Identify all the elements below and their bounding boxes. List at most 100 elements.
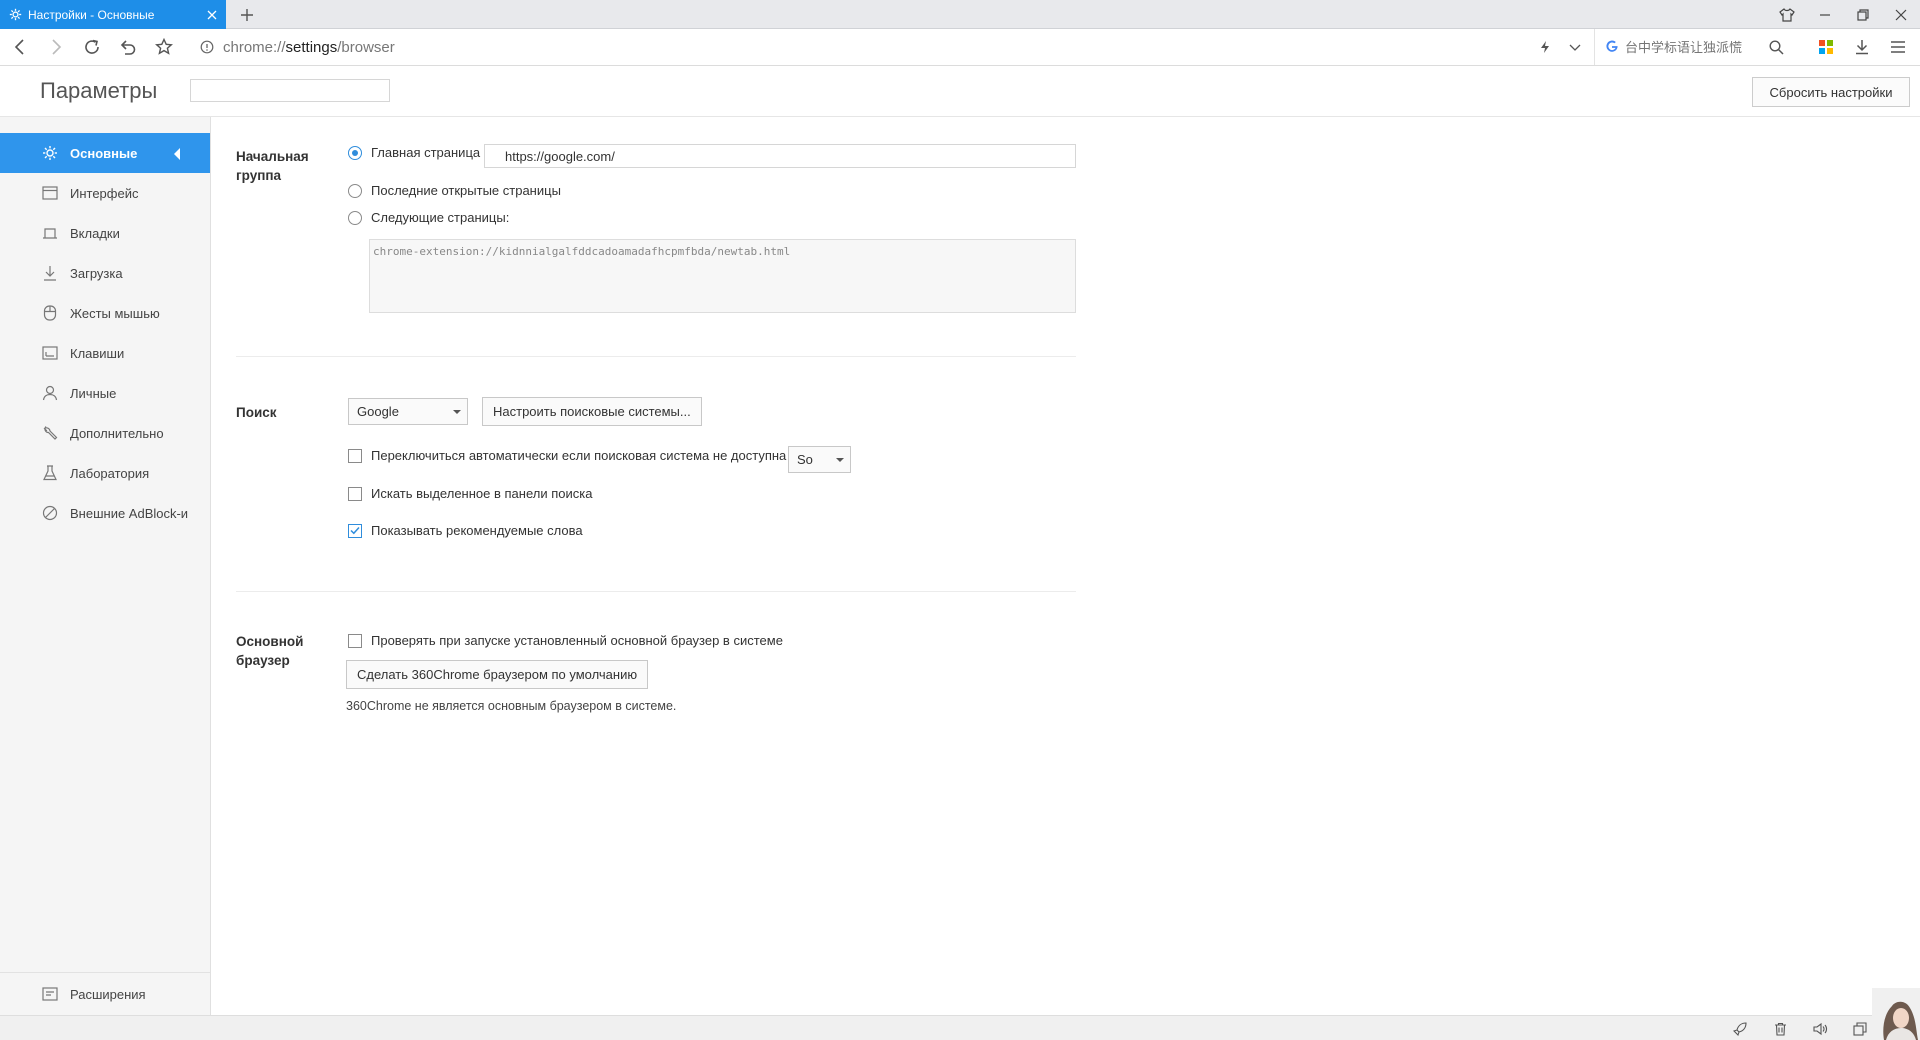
- search-engine-select[interactable]: Google: [348, 398, 468, 425]
- suggestions-label: Показывать рекомендуемые слова: [371, 523, 583, 538]
- sidebar-item-personal[interactable]: Личные: [0, 373, 210, 413]
- homepage-radio[interactable]: [348, 145, 362, 160]
- default-browser-status: 360Chrome не является основным браузером…: [346, 699, 677, 713]
- check-default-label: Проверять при запуске установленный осно…: [371, 633, 783, 648]
- homepage-label: Главная страница: [371, 145, 481, 160]
- sidebar-item-label: Личные: [70, 385, 117, 401]
- flask-icon: [42, 465, 58, 481]
- sidebar-item-label: Основные: [70, 145, 138, 161]
- tab-icon: [42, 225, 58, 241]
- search-selected-checkbox[interactable]: [348, 486, 362, 501]
- homepage-option[interactable]: Главная страница: [348, 145, 480, 160]
- reload-button[interactable]: [74, 29, 110, 65]
- section-divider: [236, 356, 1076, 357]
- menu-icon[interactable]: [1880, 29, 1916, 65]
- last-pages-radio[interactable]: [348, 183, 362, 198]
- sidebar-item-label: Загрузка: [70, 265, 123, 281]
- tab-title: Настройки - Основные: [28, 7, 155, 22]
- web-search-box: [1594, 29, 1790, 65]
- wrench-icon: [42, 425, 58, 441]
- trash-icon[interactable]: [1760, 1016, 1800, 1040]
- minimize-button[interactable]: [1806, 0, 1844, 29]
- sidebar-divider: [0, 972, 210, 973]
- sidebar-item-label: Интерфейс: [70, 185, 139, 201]
- close-icon[interactable]: [202, 5, 222, 25]
- sidebar-item-adblock[interactable]: Внешние AdBlock-и: [0, 493, 210, 533]
- auto-switch-option[interactable]: Переключиться автоматически если поисков…: [348, 448, 786, 463]
- status-bar: [0, 1015, 1920, 1040]
- fallback-engine-select[interactable]: So: [788, 446, 851, 473]
- window-icon: [42, 185, 58, 201]
- next-pages-option[interactable]: Следующие страницы:: [348, 210, 509, 225]
- rocket-icon[interactable]: [1720, 1016, 1760, 1040]
- chevron-down-icon[interactable]: [1560, 29, 1590, 65]
- search-engine-value: Google: [357, 404, 399, 419]
- settings-search-input[interactable]: [190, 79, 390, 102]
- make-default-button[interactable]: Сделать 360Chrome браузером по умолчанию: [346, 660, 649, 689]
- fallback-engine-value: So: [797, 452, 813, 467]
- web-search-input[interactable]: [1625, 39, 1765, 55]
- omnibox[interactable]: chrome://settings/browser: [195, 29, 1595, 65]
- forward-button[interactable]: [38, 29, 74, 65]
- sidebar-item-label: Лаборатория: [70, 465, 150, 481]
- sidebar-item-lab[interactable]: Лаборатория: [0, 453, 210, 493]
- tab-strip: Настройки - Основные: [0, 0, 1920, 29]
- skin-icon[interactable]: [1768, 0, 1806, 29]
- new-tab-button[interactable]: [236, 4, 258, 26]
- back-button[interactable]: [2, 29, 38, 65]
- sidebar-item-label: Клавиши: [70, 345, 125, 361]
- restore-button[interactable]: [1844, 0, 1882, 29]
- bookmark-star-icon[interactable]: [146, 29, 182, 65]
- active-caret-icon: [174, 148, 180, 160]
- search-selected-label: Искать выделенное в панели поиска: [371, 486, 593, 501]
- default-browser-section-label: Основной браузер: [236, 634, 304, 668]
- search-selected-option[interactable]: Искать выделенное в панели поиска: [348, 486, 592, 501]
- sound-icon[interactable]: [1800, 1016, 1840, 1040]
- suggestions-option[interactable]: Показывать рекомендуемые слова: [348, 523, 583, 538]
- sidebar-item-tabs[interactable]: Вкладки: [0, 213, 210, 253]
- download-icon[interactable]: [1844, 29, 1880, 65]
- status-actions: [1720, 1016, 1880, 1040]
- checkmark-icon: [350, 526, 360, 535]
- chevron-down-icon: [836, 458, 844, 462]
- sidebar-item-interface[interactable]: Интерфейс: [0, 173, 210, 213]
- auto-switch-checkbox[interactable]: [348, 448, 362, 463]
- sidebar-item-advanced[interactable]: Дополнительно: [0, 413, 210, 453]
- sidebar-item-keys[interactable]: Клавиши: [0, 333, 210, 373]
- sidebar-item-mouse-gestures[interactable]: Жесты мышью: [0, 293, 210, 333]
- download-icon: [42, 265, 58, 281]
- check-default-checkbox[interactable]: [348, 633, 362, 648]
- google-icon[interactable]: [1605, 39, 1619, 56]
- search-icon[interactable]: [1762, 29, 1790, 65]
- avatar[interactable]: [1872, 988, 1920, 1040]
- url-text[interactable]: chrome://settings/browser: [223, 39, 395, 56]
- last-pages-option[interactable]: Последние открытые страницы: [348, 183, 561, 198]
- sidebar-item-downloads[interactable]: Загрузка: [0, 253, 210, 293]
- configure-search-button[interactable]: Настроить поисковые системы...: [482, 397, 702, 426]
- tab-settings[interactable]: Настройки - Основные: [0, 0, 226, 29]
- sidebar-item-extensions[interactable]: Расширения: [0, 974, 210, 1014]
- settings-content: Начальная группа Главная страница Послед…: [212, 117, 1920, 1015]
- gear-icon: [8, 8, 22, 22]
- chevron-down-icon: [453, 410, 461, 414]
- gear-icon: [42, 145, 58, 161]
- block-icon: [42, 505, 58, 521]
- suggestions-checkbox[interactable]: [348, 523, 362, 538]
- last-pages-label: Последние открытые страницы: [371, 183, 561, 198]
- startup-pages-textarea[interactable]: chrome-extension://kidnnialgalfddcadoama…: [369, 239, 1076, 313]
- sidebar-item-general[interactable]: Основные: [0, 133, 210, 173]
- undo-close-button[interactable]: [110, 29, 146, 65]
- sidebar-item-label: Расширения: [70, 986, 146, 1002]
- next-pages-radio[interactable]: [348, 210, 362, 225]
- close-window-button[interactable]: [1882, 0, 1920, 29]
- lightning-icon[interactable]: [1530, 29, 1560, 65]
- next-pages-label: Следующие страницы:: [371, 210, 510, 225]
- homepage-url-field[interactable]: [484, 144, 1076, 168]
- site-info-icon[interactable]: [195, 40, 219, 54]
- startup-section-label: Начальная группа: [236, 149, 309, 183]
- reset-settings-button[interactable]: Сбросить настройки: [1752, 77, 1910, 107]
- sidebar-item-label: Жесты мышью: [70, 305, 160, 321]
- omnibox-actions: [1530, 29, 1590, 65]
- app-grid-icon[interactable]: [1808, 29, 1844, 65]
- check-default-option[interactable]: Проверять при запуске установленный осно…: [348, 633, 783, 648]
